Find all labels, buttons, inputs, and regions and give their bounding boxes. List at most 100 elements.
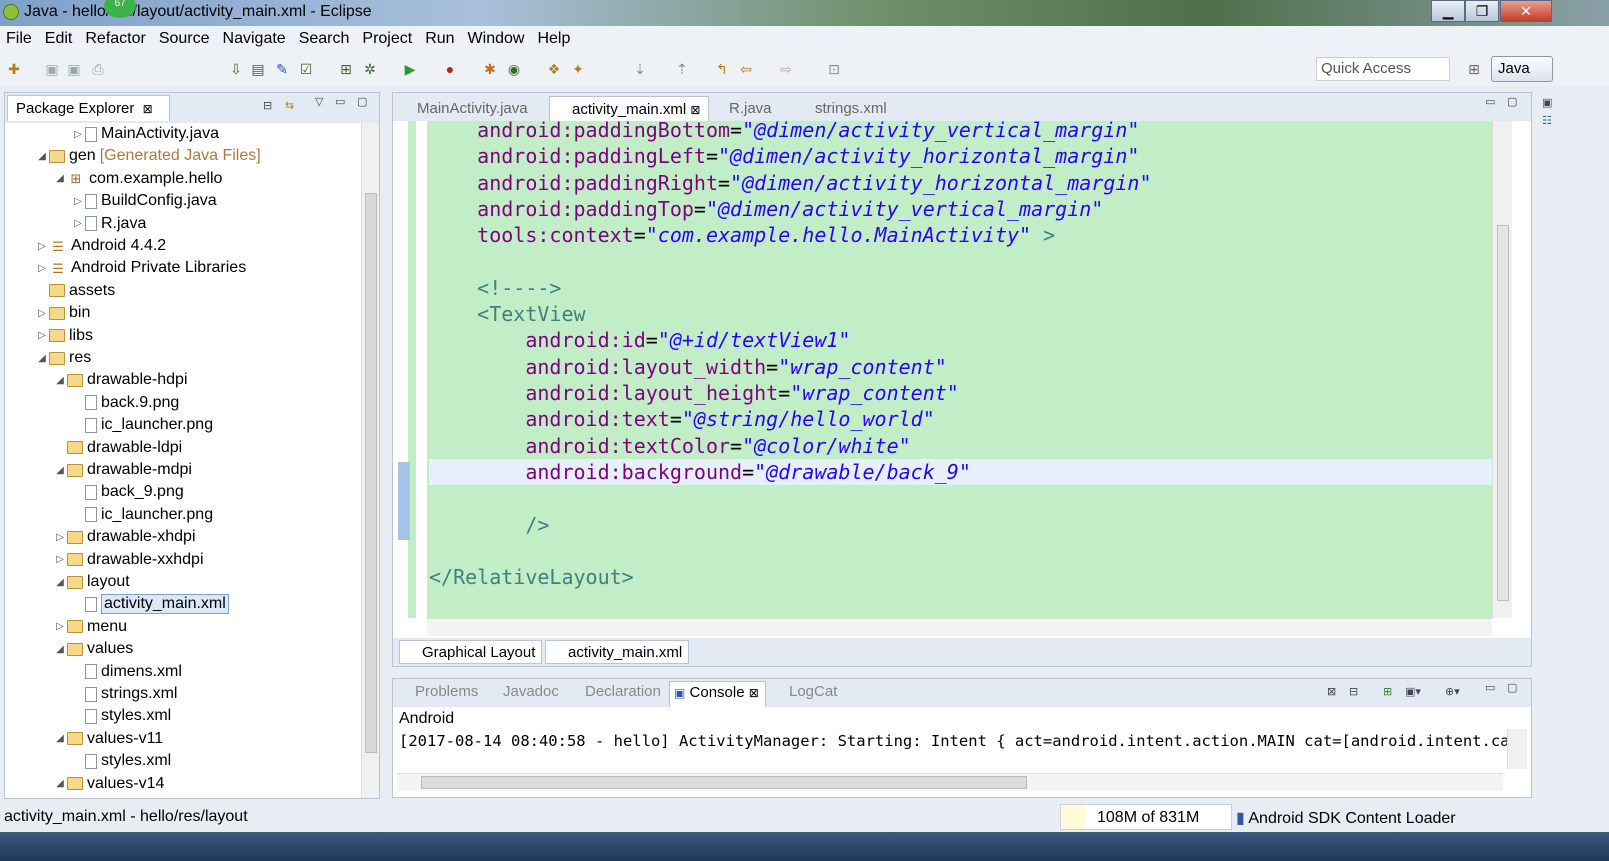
memory-indicator[interactable]: 108M of 831M (1060, 804, 1232, 830)
tree-item[interactable]: ▷ bin (35, 302, 90, 324)
prev-annotation-icon[interactable]: ⇡ (674, 61, 690, 77)
check-icon[interactable]: ☑ (298, 61, 314, 77)
tree-item[interactable]: ◢ drawable-mdpi (53, 459, 192, 481)
package-explorer-tab[interactable]: Package Explorer ⊠ (7, 95, 170, 121)
tree-item[interactable]: activity_main.xml (71, 593, 229, 615)
menu-edit[interactable]: Edit (45, 30, 73, 48)
tree-item[interactable]: ◢ ⊞ com.example.hello (53, 168, 222, 190)
tree-item[interactable]: ▷ R.java (71, 213, 146, 235)
menu-run[interactable]: Run (425, 30, 454, 48)
tree-item[interactable]: ic_launcher.png (71, 414, 213, 436)
close-icon[interactable]: ⊠ (143, 102, 153, 116)
tree-item[interactable]: ▷ ☰ Android Private Libraries (35, 257, 246, 279)
xml-code-area[interactable]: android:paddingBottom="@dimen/activity_v… (427, 121, 1492, 618)
expand-arrow-icon[interactable]: ▷ (53, 621, 67, 632)
display-console-icon[interactable]: ▣▾ (1405, 685, 1421, 698)
lint-icon[interactable]: ✎ (274, 61, 290, 77)
collapse-arrow-icon[interactable]: ◢ (53, 375, 67, 386)
run-icon[interactable]: ▶ (402, 61, 418, 77)
clear-console-icon[interactable]: ⊠ (1327, 685, 1336, 698)
expand-arrow-icon[interactable]: ▷ (35, 330, 49, 341)
menu-project[interactable]: Project (362, 30, 412, 48)
outline-icon[interactable]: ☷ (1542, 114, 1552, 127)
tab-problems[interactable]: Problems (415, 683, 478, 700)
next-annotation-icon[interactable]: ⇣ (632, 61, 648, 77)
scroll-lock-icon[interactable]: ⊟ (1349, 685, 1358, 698)
pin-editor-icon[interactable]: ⊡ (826, 61, 842, 77)
minimize-editor-icon[interactable]: ▭ (1485, 95, 1495, 108)
close-button[interactable]: ✕ (1500, 0, 1552, 22)
tree-item[interactable]: back_9.png (71, 481, 184, 503)
tree-item[interactable]: ▷ BuildConfig.java (71, 190, 216, 212)
menu-file[interactable]: File (6, 30, 32, 48)
collapse-arrow-icon[interactable]: ◢ (53, 733, 67, 744)
external-tools-icon[interactable]: ● (442, 61, 458, 77)
sdk-manager-icon[interactable]: ⇩ (228, 61, 244, 77)
minimize-view-icon[interactable]: ▭ (335, 95, 345, 108)
tree-item[interactable]: ▷ MainActivity.java (71, 123, 219, 145)
debug-icon[interactable]: ✲ (362, 61, 378, 77)
collapse-arrow-icon[interactable]: ◢ (53, 778, 67, 789)
expand-arrow-icon[interactable]: ▷ (71, 196, 85, 207)
expand-arrow-icon[interactable]: ▷ (71, 129, 85, 140)
new-android-project-icon[interactable]: ⊞ (338, 61, 354, 77)
tab-mainactivity-java[interactable]: MainActivity.java (395, 96, 536, 121)
print-icon[interactable]: ⎙ (90, 61, 106, 77)
tree-item[interactable]: strings.xml (71, 683, 177, 705)
restore-icon[interactable]: ▣ (1542, 96, 1552, 109)
collapse-arrow-icon[interactable]: ◢ (53, 644, 67, 655)
tab-declaration[interactable]: Declaration (585, 683, 661, 700)
trash-icon[interactable]: ▮ (1236, 810, 1245, 827)
menu-refactor[interactable]: Refactor (85, 30, 145, 48)
quick-access-input[interactable]: Quick Access (1316, 57, 1450, 81)
pin-console-icon[interactable]: ⊞ (1383, 685, 1392, 698)
last-edit-icon[interactable]: ↰ (714, 61, 730, 77)
expand-arrow-icon[interactable]: ▷ (71, 218, 85, 229)
save-icon[interactable]: ▣ (44, 61, 60, 77)
open-perspective-icon[interactable]: ⊞ (1466, 61, 1482, 77)
tree-item[interactable]: styles.xml (71, 750, 171, 772)
back-icon[interactable]: ⇦ (738, 61, 754, 77)
tree-item[interactable]: ▷ drawable-xxhdpi (53, 549, 203, 571)
tab-activity-main-xml[interactable]: activity_main.xml ⊠ (549, 96, 710, 121)
maximize-button[interactable]: ❐ (1465, 0, 1499, 22)
collapse-arrow-icon[interactable]: ◢ (53, 577, 67, 588)
tree-item[interactable]: ◢ res (35, 347, 91, 369)
expand-arrow-icon[interactable]: ▷ (53, 532, 67, 543)
open-console-icon[interactable]: ⊕▾ (1445, 685, 1460, 698)
tree-item[interactable]: ◢ values (53, 638, 133, 660)
expand-arrow-icon[interactable]: ▷ (35, 308, 49, 319)
package-explorer-scrollbar[interactable] (361, 123, 379, 798)
scrollbar-thumb[interactable] (1497, 225, 1509, 601)
minimize-view-icon[interactable]: ▭ (1485, 681, 1495, 694)
tree-item[interactable]: assets (35, 280, 115, 302)
tab-graphical-layout[interactable]: Graphical Layout (399, 640, 543, 664)
save-all-icon[interactable]: ▣ (66, 61, 82, 77)
collapse-arrow-icon[interactable]: ◢ (53, 465, 67, 476)
tab-xml-source[interactable]: activity_main.xml (545, 640, 690, 664)
editor-vertical-scrollbar[interactable] (1492, 121, 1512, 618)
editor-horizontal-scrollbar[interactable] (427, 618, 1492, 636)
expand-arrow-icon[interactable]: ▷ (35, 263, 49, 274)
new-package-icon[interactable]: ✱ (482, 61, 498, 77)
collapse-all-icon[interactable]: ⊟ (263, 99, 272, 112)
link-editor-icon[interactable]: ⇆ (285, 99, 294, 112)
java-perspective-button[interactable]: Java (1491, 56, 1553, 82)
tree-item[interactable]: ic_launcher.png (71, 504, 213, 526)
expand-arrow-icon[interactable]: ▷ (53, 554, 67, 565)
tree-item[interactable]: ◢ drawable-hdpi (53, 369, 187, 391)
tree-item[interactable]: ▷ drawable-xhdpi (53, 526, 195, 548)
tree-item[interactable]: dimens.xml (71, 661, 182, 683)
collapse-arrow-icon[interactable]: ◢ (35, 353, 49, 364)
minimize-button[interactable]: ▁ (1431, 0, 1465, 22)
tree-item[interactable]: drawable-ldpi (53, 437, 182, 459)
open-type-icon[interactable]: ❖ (546, 61, 562, 77)
close-icon[interactable]: ⊠ (749, 686, 759, 700)
tab-javadoc[interactable]: Javadoc (503, 683, 559, 700)
collapse-arrow-icon[interactable]: ◢ (53, 173, 67, 184)
menu-window[interactable]: Window (468, 30, 525, 48)
tree-item[interactable]: ◢ gen [Generated Java Files] (35, 145, 261, 167)
console-horizontal-scrollbar[interactable] (397, 773, 1503, 791)
menu-search[interactable]: Search (299, 30, 350, 48)
maximize-view-icon[interactable]: ▢ (1507, 681, 1517, 694)
